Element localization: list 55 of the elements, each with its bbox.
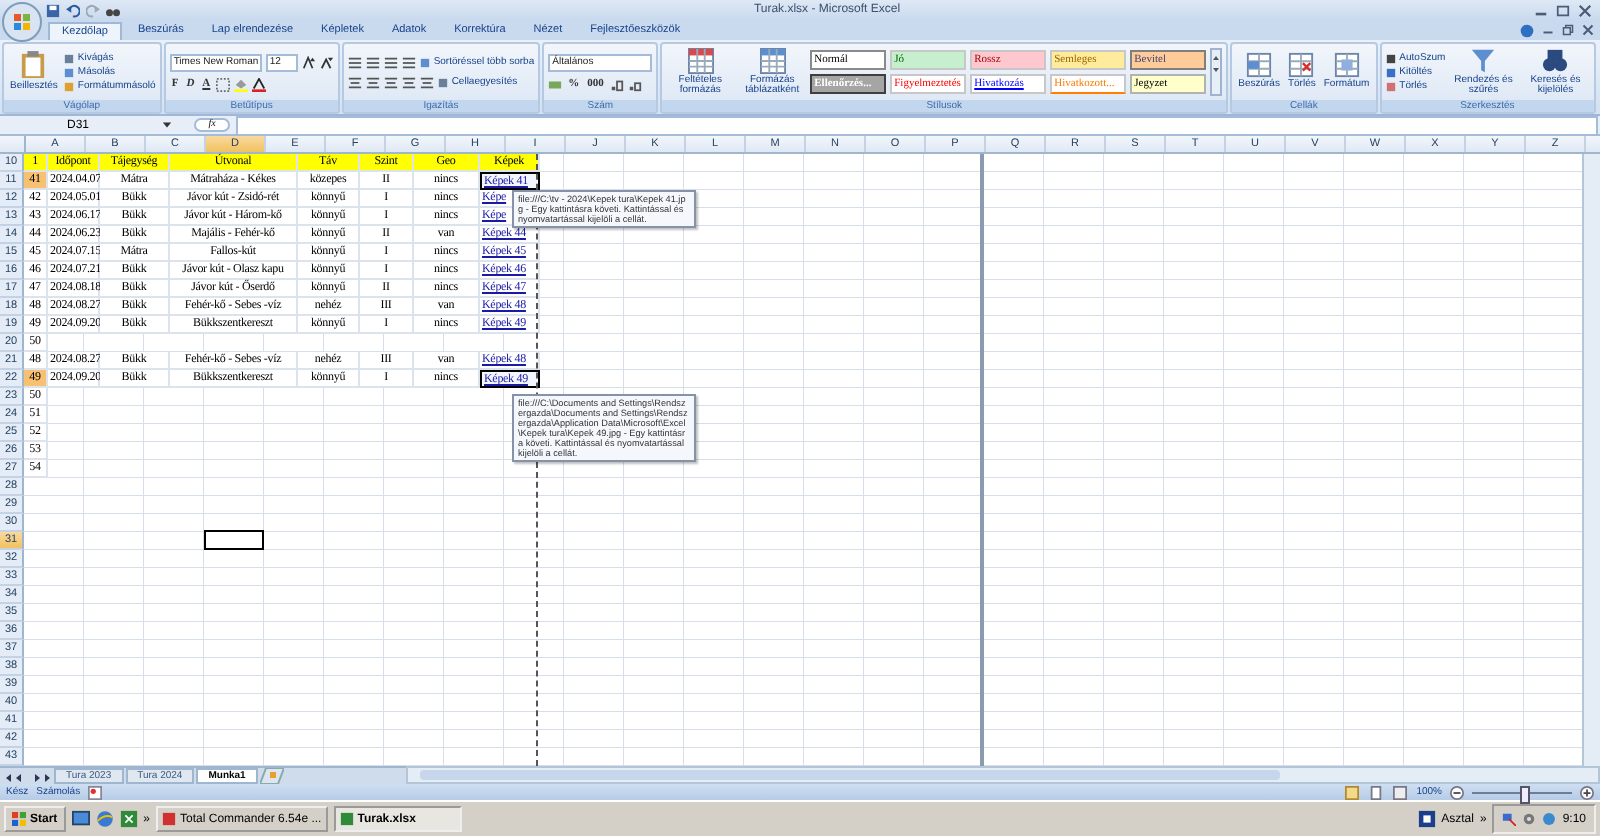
cells-icon xyxy=(1246,52,1273,79)
font-color-icon[interactable] xyxy=(252,77,267,91)
align-icon[interactable] xyxy=(347,55,362,69)
clipboard-icon xyxy=(20,50,47,81)
close-icon[interactable] xyxy=(1582,24,1594,36)
align-icon[interactable] xyxy=(347,75,362,89)
gallery-scroll-icon[interactable] xyxy=(1210,48,1223,96)
page-break-icon[interactable] xyxy=(1392,785,1409,799)
cells-icon xyxy=(1333,52,1360,79)
restore-icon[interactable] xyxy=(1562,24,1574,36)
maximize-icon[interactable] xyxy=(1556,3,1570,17)
merge-icon xyxy=(437,77,448,87)
sheet-nav-icon[interactable] xyxy=(4,772,52,784)
decimal-icon[interactable] xyxy=(609,77,624,91)
table-format-icon xyxy=(687,47,714,73)
cells-icon xyxy=(1288,52,1315,79)
align-icon[interactable] xyxy=(401,75,416,89)
language-icon[interactable] xyxy=(1417,810,1436,828)
wrap-icon xyxy=(419,57,430,67)
binoculars-icon xyxy=(1542,47,1569,73)
page-layout-icon[interactable] xyxy=(1368,785,1385,799)
close-icon[interactable] xyxy=(1578,3,1592,17)
horizontal-scrollbar[interactable] xyxy=(405,766,1600,784)
sort-filter-icon xyxy=(1470,47,1497,73)
spreadsheet-icon[interactable] xyxy=(119,810,138,828)
gear-icon[interactable] xyxy=(1522,812,1537,826)
zoom-in-icon[interactable] xyxy=(1580,785,1594,799)
windows-logo-icon xyxy=(12,812,26,826)
zoom-out-icon[interactable] xyxy=(1450,785,1464,799)
browser-icon[interactable] xyxy=(95,810,114,828)
binoculars-icon[interactable] xyxy=(106,3,120,17)
save-icon[interactable] xyxy=(46,3,60,17)
cell-cursor xyxy=(204,530,264,550)
align-icon[interactable] xyxy=(401,55,416,69)
app-icon xyxy=(339,812,354,826)
formula-field[interactable] xyxy=(236,115,1598,135)
grow-font-icon[interactable] xyxy=(301,55,316,69)
align-icon[interactable] xyxy=(365,75,380,89)
decimal-icon[interactable] xyxy=(627,77,642,91)
desktop-icon[interactable] xyxy=(71,810,90,828)
undo-icon[interactable] xyxy=(66,3,80,17)
zoom-slider-thumb[interactable] xyxy=(1519,785,1529,803)
align-icon[interactable] xyxy=(365,55,380,69)
borders-icon[interactable] xyxy=(216,77,231,91)
align-icon[interactable] xyxy=(419,75,434,89)
align-icon[interactable] xyxy=(383,55,398,69)
vertical-scrollbar[interactable] xyxy=(1582,154,1600,766)
align-icon[interactable] xyxy=(383,75,398,89)
shrink-font-icon[interactable] xyxy=(319,55,334,69)
dropdown-icon[interactable] xyxy=(162,120,172,130)
app-icon xyxy=(162,812,177,826)
macro-record-icon[interactable] xyxy=(88,785,103,799)
network-icon[interactable] xyxy=(1502,812,1517,826)
table-format-icon xyxy=(759,47,786,73)
fill-color-icon[interactable] xyxy=(234,77,249,91)
